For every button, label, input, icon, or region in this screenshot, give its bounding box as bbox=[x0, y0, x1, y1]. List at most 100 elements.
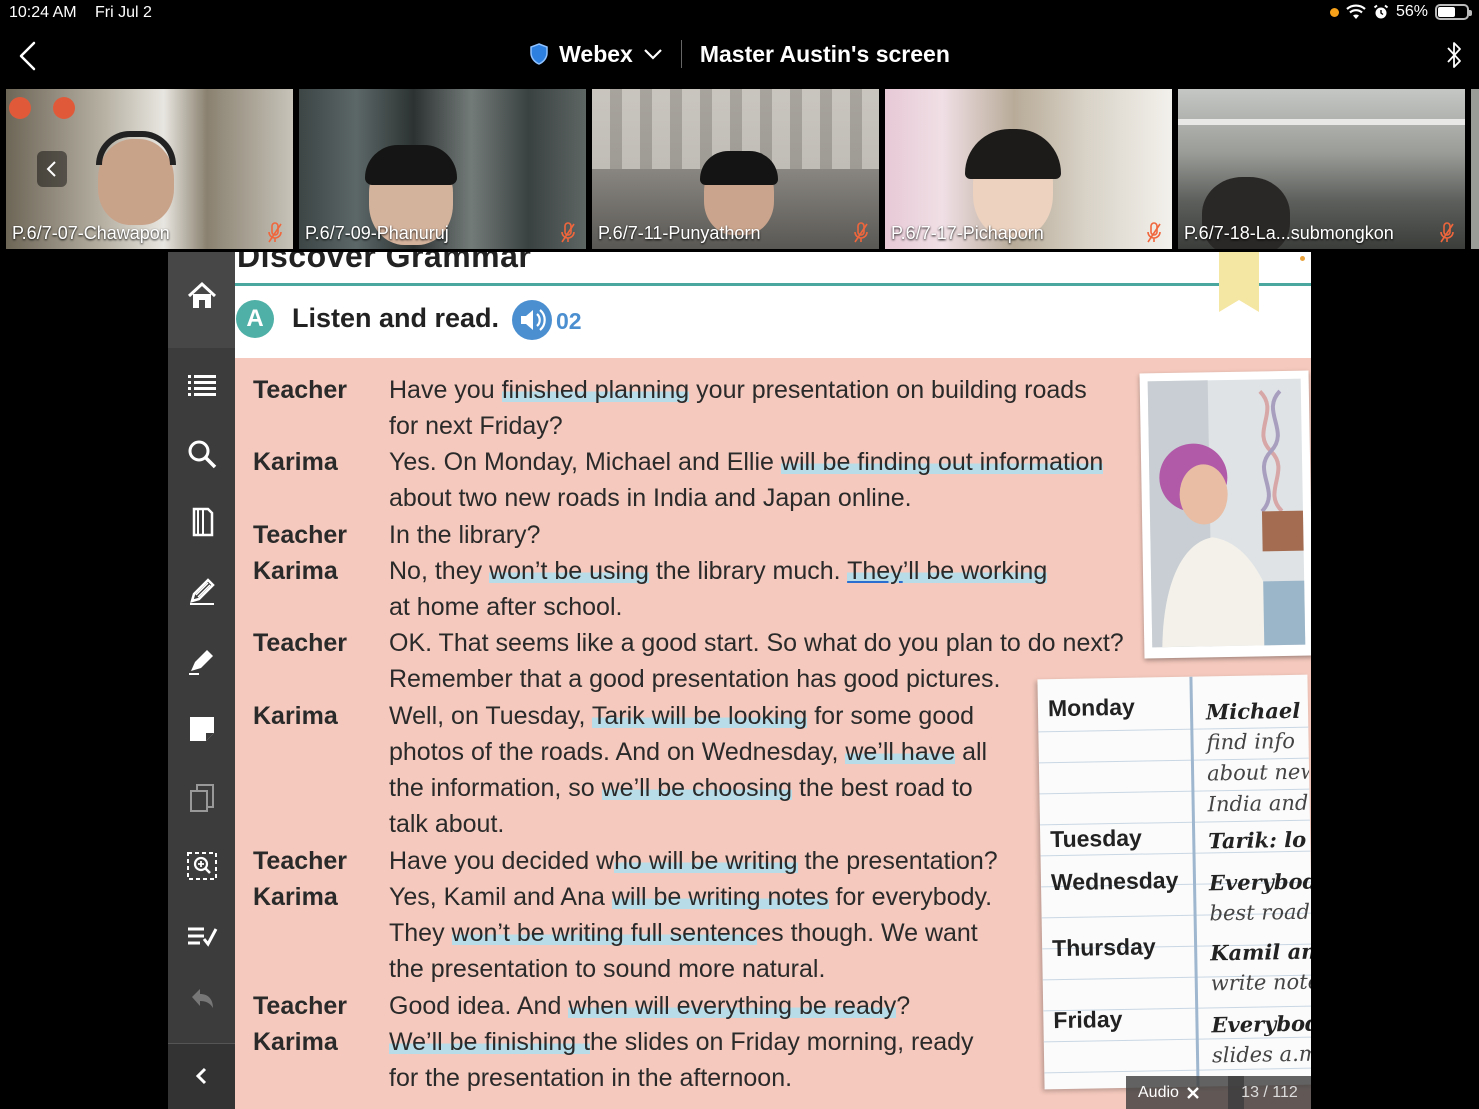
search-icon[interactable] bbox=[186, 438, 218, 470]
dialog-line: In the library? bbox=[389, 521, 541, 549]
participant-name: P.6/7-18-La...submongkon bbox=[1184, 223, 1394, 243]
planner-note: Kamil an bbox=[1210, 938, 1311, 966]
planner-day: Wednesday bbox=[1050, 866, 1179, 896]
text-segment: all bbox=[955, 738, 988, 766]
dialog-line: for next Friday? bbox=[389, 412, 563, 440]
sticky-note-icon[interactable] bbox=[186, 713, 218, 745]
planner-day: Thursday bbox=[1051, 933, 1156, 962]
highlighted-phrase: we’ll have bbox=[845, 738, 956, 766]
dialog-line: They won’t be writing full sentences tho… bbox=[389, 919, 978, 948]
dialog-line: Yes. On Monday, Michael and Ellie will b… bbox=[389, 448, 1104, 477]
text-segment: No, they bbox=[389, 557, 490, 585]
planner-note: slides a.m bbox=[1211, 1041, 1311, 1068]
home-icon[interactable] bbox=[186, 280, 218, 312]
record-control-icon[interactable] bbox=[53, 97, 75, 119]
teacher-photo-illustration bbox=[1147, 378, 1306, 648]
participant-name: P.6/7-17-Pichaporn bbox=[891, 223, 1044, 243]
planner-note: about new bbox=[1206, 759, 1311, 786]
dialog-line: Well, on Tuesday, Tarik will be looking … bbox=[389, 702, 974, 731]
text-segment: Good idea. And bbox=[389, 992, 569, 1020]
dialog-line: the information, so we’ll be choosing th… bbox=[389, 774, 973, 803]
dialog-line: at home after school. bbox=[389, 593, 623, 621]
bookmark-ribbon-icon[interactable] bbox=[1219, 252, 1259, 312]
audio-track-number: 02 bbox=[556, 308, 582, 334]
page-indicator: 13 / 112 bbox=[1228, 1076, 1311, 1109]
highlighted-phrase: won’t be using bbox=[489, 557, 649, 585]
battery-percent: 56% bbox=[1395, 3, 1428, 20]
speaker-label: Teacher bbox=[253, 376, 348, 404]
highlighted-phrase: won’t be writing full sentenc bbox=[451, 919, 758, 947]
planner-note: Everybod bbox=[1211, 1010, 1311, 1038]
highlighted-phrase: ’ll be working bbox=[902, 557, 1048, 585]
text-segment: for some good bbox=[807, 702, 975, 730]
participant-tile-partial[interactable] bbox=[1471, 89, 1479, 249]
audio-panel-chip[interactable]: Audio bbox=[1126, 1076, 1244, 1109]
shared-screen: Discover Grammar A Listen and read. 02 T… bbox=[168, 252, 1311, 1109]
dialog-line: about two new roads in India and Japan o… bbox=[389, 484, 912, 512]
text-segment: ? bbox=[896, 992, 911, 1020]
dialog-line: We’ll be finishing the slides on Friday … bbox=[389, 1028, 974, 1057]
speaker-label: Karima bbox=[253, 883, 338, 911]
title-separator bbox=[680, 40, 682, 68]
alarm-icon bbox=[1373, 4, 1389, 19]
teacher-photo bbox=[1139, 370, 1311, 659]
chevron-down-icon[interactable] bbox=[643, 48, 663, 60]
webex-app-dropdown[interactable]: Webex bbox=[559, 41, 633, 68]
text-segment: Yes, Kamil and Ana bbox=[389, 883, 612, 911]
undo-icon[interactable] bbox=[186, 983, 218, 1015]
play-audio-button[interactable] bbox=[512, 300, 552, 340]
notepad-margin-line bbox=[1189, 676, 1200, 1087]
zoom-area-icon[interactable] bbox=[186, 850, 218, 882]
battery-icon bbox=[1435, 4, 1472, 20]
text-segment: the library much. bbox=[648, 557, 848, 585]
table-of-contents-icon[interactable] bbox=[186, 369, 218, 401]
ebook-toolbar bbox=[168, 252, 235, 1109]
planner-note: best road bbox=[1209, 899, 1311, 926]
ebook-page: Discover Grammar A Listen and read. 02 T… bbox=[235, 252, 1311, 1109]
pages-icon[interactable] bbox=[186, 506, 218, 538]
planner-day: Tuesday bbox=[1050, 824, 1143, 853]
mute-control-icon[interactable] bbox=[9, 97, 31, 119]
webex-shield-icon bbox=[530, 43, 548, 65]
shared-screen-title: Master Austin's screen bbox=[699, 40, 950, 67]
participant-tile[interactable]: P.6/7-09-Phanuruj bbox=[299, 89, 586, 249]
collapse-toolbar-chevron-icon[interactable] bbox=[186, 1060, 218, 1092]
planner-notepad: Monday Tuesday Wednesday Thursday Friday… bbox=[1037, 674, 1311, 1090]
page-link-icon[interactable] bbox=[186, 782, 218, 814]
close-icon[interactable] bbox=[1186, 1086, 1200, 1100]
planner-note: Everybod bbox=[1208, 868, 1311, 896]
speaker-icon bbox=[521, 309, 546, 331]
speaker-label: Karima bbox=[253, 448, 338, 476]
highlighted-phrase: will be writing notes bbox=[611, 883, 829, 911]
dialog-line: Remember that a good presentation has go… bbox=[389, 665, 1001, 693]
strip-previous-button[interactable] bbox=[37, 151, 67, 187]
planner-day: Friday bbox=[1053, 1005, 1123, 1034]
text-segment: he slides on Friday morning, ready bbox=[590, 1028, 974, 1056]
highlighted-phrase: finished planning bbox=[501, 376, 690, 404]
speaker-label: Karima bbox=[253, 702, 338, 730]
participant-tile[interactable]: P.6/7-18-La...submongkon bbox=[1178, 89, 1465, 249]
status-date: Fri Jul 2 bbox=[95, 4, 152, 21]
text-segment: the best road to bbox=[792, 774, 973, 802]
text-segment: es though. We want bbox=[757, 919, 978, 947]
chevron-left-icon bbox=[46, 161, 56, 177]
participant-tile[interactable]: P.6/7-07-Chawapon bbox=[6, 89, 293, 249]
text-segment: Yes. On Monday, Michael and Ellie bbox=[389, 448, 781, 476]
answer-check-icon[interactable] bbox=[186, 920, 218, 952]
speaker-label: Teacher bbox=[253, 847, 348, 875]
participant-tile[interactable]: P.6/7-11-Punyathorn bbox=[592, 89, 879, 249]
planner-note: Tarik: lo bbox=[1208, 826, 1307, 854]
muted-mic-icon bbox=[1147, 222, 1161, 243]
participant-tile[interactable]: P.6/7-17-Pichaporn bbox=[885, 89, 1172, 249]
text-segment: They bbox=[389, 919, 452, 947]
dialog-line: Have you finished planning your presenta… bbox=[389, 376, 1087, 405]
text-segment: the presentation? bbox=[797, 847, 998, 875]
participant-name: P.6/7-11-Punyathorn bbox=[598, 223, 761, 243]
planner-day: Monday bbox=[1047, 693, 1136, 722]
highlighter-icon[interactable] bbox=[186, 644, 218, 676]
bluetooth-icon[interactable] bbox=[1445, 40, 1463, 70]
planner-note: find info bbox=[1206, 728, 1296, 755]
pen-icon[interactable] bbox=[186, 575, 218, 607]
text-segment: your presentation on building roads bbox=[689, 376, 1087, 404]
planner-note: India and bbox=[1207, 790, 1309, 817]
